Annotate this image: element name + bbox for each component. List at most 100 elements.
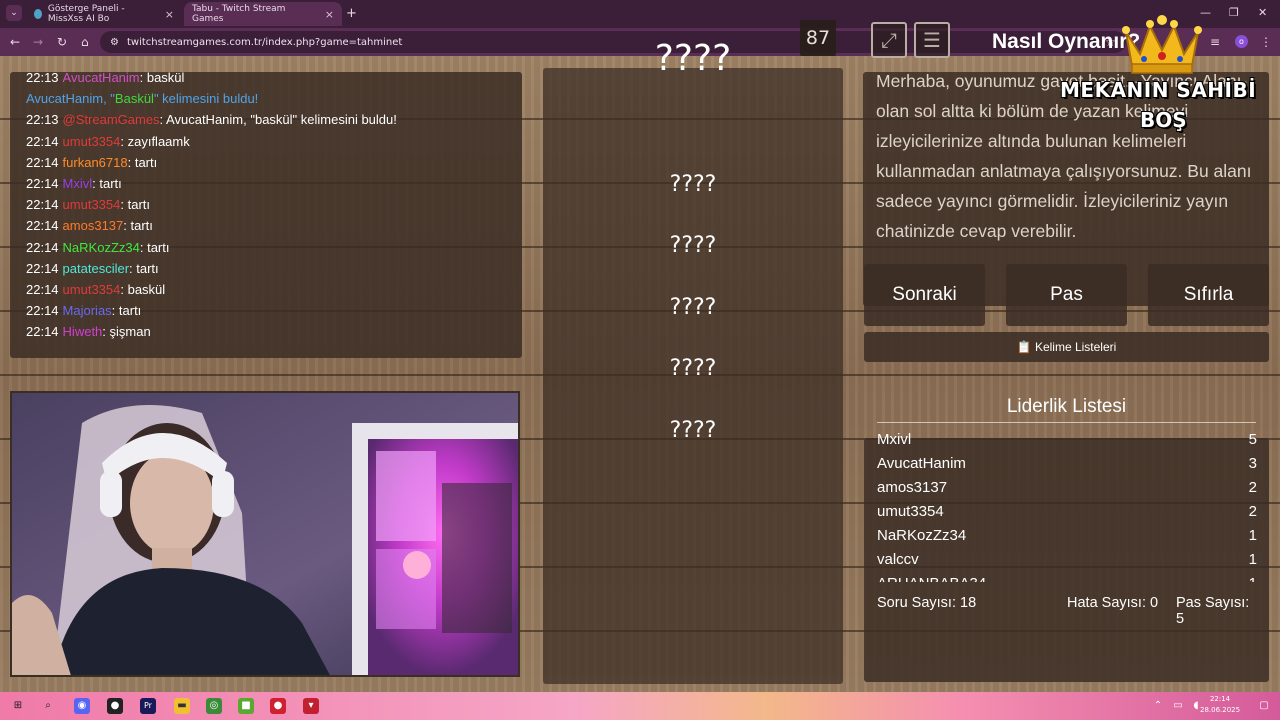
notification-icon[interactable]: ▢ xyxy=(1256,698,1272,714)
chat-message: 22:14 umut3354: tartı xyxy=(26,194,397,215)
chat-username[interactable]: AvucatHanim xyxy=(63,72,140,85)
clock-time: 22:14 xyxy=(1209,695,1231,703)
chat-message: 22:13 AvucatHanim: baskül xyxy=(26,72,397,88)
chat-message: 22:14 Majorias: tartı xyxy=(26,300,397,321)
chat-time: 22:14 xyxy=(26,218,59,234)
chat-message: 22:14 NaRKozZz34: tartı xyxy=(26,237,397,258)
chat-username[interactable]: umut3354 xyxy=(63,282,121,297)
chat-message: AvucatHanim, "Baskül" kelimesini buldu! xyxy=(26,88,397,109)
leaderboard-row: NaRKozZz34 1 xyxy=(877,524,1257,548)
chat-username[interactable]: umut3354 xyxy=(63,197,121,212)
chat-text: : şişman xyxy=(102,324,151,340)
maximize-icon[interactable]: ❐ xyxy=(1229,6,1239,19)
app-icon-download[interactable]: ▾ xyxy=(303,698,319,714)
fullscreen-icon[interactable]: ⤢ xyxy=(871,22,907,58)
chat-username[interactable]: Hiweth xyxy=(63,324,103,339)
reset-button[interactable]: Sıfırla xyxy=(1148,264,1269,326)
leaderboard-row: Mxivl 5 xyxy=(877,428,1257,452)
chat-username[interactable]: NaRKozZz34 xyxy=(63,240,140,255)
leaderboard-title: Liderlik Listesi xyxy=(1006,396,1127,417)
tab-search-menu-icon[interactable]: ⌄ xyxy=(6,5,22,21)
search-icon[interactable]: ⌕ xyxy=(40,698,56,714)
start-icon[interactable]: ⊞ xyxy=(10,698,26,714)
chat-highlight-word: Baskül xyxy=(114,91,154,107)
player-name: NaRKozZz34 xyxy=(877,527,967,544)
error-count: Hata Sayısı: 0 xyxy=(1067,595,1159,611)
leaderboard-row: AvucatHanim 3 xyxy=(877,452,1257,476)
reading-list-icon[interactable]: ≡ xyxy=(1210,35,1220,49)
how-to-play-title: Nasıl Oynanır? xyxy=(992,30,1141,53)
site-info-icon[interactable]: ⚙ xyxy=(110,37,119,48)
player-name: ARHANBABA34 xyxy=(877,572,986,582)
app-icon-red[interactable]: ● xyxy=(270,698,286,714)
forbidden-word: ???? xyxy=(669,295,717,320)
chat-text: : tartı xyxy=(120,197,150,213)
forbidden-word: ???? xyxy=(669,418,717,443)
tab-close-icon[interactable]: × xyxy=(325,8,334,21)
pass-button[interactable]: Pas xyxy=(1006,264,1127,326)
windows-taskbar: ⊞ ⌕ ◉ ● Pr ▬ ◎ ■ ● ▾ ⌃ ▭ ◖ ▢ xyxy=(0,692,1280,720)
site-favicon-icon xyxy=(34,9,42,19)
clock-date: 28.06.2025 xyxy=(1200,706,1241,714)
chat-time: 22:13 xyxy=(26,72,59,85)
chat-text: : tartı xyxy=(127,154,158,170)
player-score: 3 xyxy=(1248,455,1257,472)
network-icon[interactable]: ▭ xyxy=(1170,698,1186,714)
tray-chevron-icon[interactable]: ⌃ xyxy=(1150,698,1166,714)
chat-time: 22:14 xyxy=(26,197,59,213)
document-icon[interactable]: ☰ xyxy=(914,22,950,58)
obs-icon[interactable]: ● xyxy=(107,698,123,714)
chat-username[interactable]: Mxivl xyxy=(63,176,93,191)
reload-icon[interactable]: ↻ xyxy=(57,35,67,49)
forward-icon[interactable]: → xyxy=(33,35,43,49)
chat-username[interactable]: @StreamGames xyxy=(63,112,160,127)
chat-username[interactable]: AvucatHanim, " xyxy=(26,91,115,106)
word-lists-button[interactable]: 📋 Kelime Listeleri xyxy=(864,332,1269,362)
chat-username[interactable]: amos3137 xyxy=(63,218,124,233)
chat-message: 22:14 Mxivl: tartı xyxy=(26,173,397,194)
chat-text: : tartı xyxy=(92,176,122,192)
main-word: ???? xyxy=(654,38,732,79)
forbidden-word: ???? xyxy=(669,233,717,258)
premiere-icon[interactable]: Pr xyxy=(140,698,156,714)
chat-time: 22:14 xyxy=(26,133,59,149)
system-clock[interactable]: 22:14 28.06.2025 xyxy=(1200,694,1240,716)
browser-tab-bar: ⌄ Gösterge Paneli - MissXss AI Bo × Tabu… xyxy=(0,0,1280,28)
chat-message: 22:14 patatesciler: tartı xyxy=(26,258,397,279)
profile-avatar[interactable]: o xyxy=(1235,35,1248,48)
player-name: AvucatHanim xyxy=(877,455,966,472)
url-text: twitchstreamgames.com.tr/index.php?game=… xyxy=(126,36,403,48)
chat-time: 22:14 xyxy=(26,303,59,319)
browser-tab-tabu[interactable]: Tabu - Twitch Stream Games × xyxy=(184,2,342,26)
chat-username[interactable]: Majorias xyxy=(63,303,112,318)
chat-message: 22:14 Hiweth: şişman xyxy=(26,321,397,342)
tab-title: Gösterge Paneli - MissXss AI Bo xyxy=(47,4,125,24)
player-name: valccv xyxy=(877,551,919,568)
question-count: Soru Sayısı: 18 xyxy=(877,595,977,611)
close-window-icon[interactable]: ✕ xyxy=(1258,6,1267,19)
chat-username[interactable]: patatesciler xyxy=(63,261,129,276)
back-icon[interactable]: ← xyxy=(10,35,20,49)
chat-text: : tartı xyxy=(139,239,170,255)
chat-time: 22:14 xyxy=(26,239,59,255)
chat-username[interactable]: umut3354 xyxy=(63,134,121,149)
next-button[interactable]: Sonraki xyxy=(864,264,985,326)
home-icon[interactable]: ⌂ xyxy=(81,35,89,49)
chat-username[interactable]: furkan6718 xyxy=(63,155,128,170)
chat-message: 22:14 umut3354: baskül xyxy=(26,279,397,300)
owner-status: BOŞ xyxy=(1140,108,1187,132)
chrome-icon[interactable]: ◎ xyxy=(206,698,222,714)
discord-icon[interactable]: ◉ xyxy=(74,698,90,714)
player-name: amos3137 xyxy=(877,479,948,496)
new-tab-icon[interactable]: + xyxy=(346,6,357,21)
browser-tab-dashboard[interactable]: Gösterge Paneli - MissXss AI Bo × xyxy=(26,2,182,26)
player-score: 2 xyxy=(1248,503,1257,520)
menu-kebab-icon[interactable]: ⋮ xyxy=(1260,35,1272,49)
file-explorer-icon[interactable]: ▬ xyxy=(174,698,190,714)
chat-text: : baskül xyxy=(120,282,166,298)
leaderboard-list[interactable]: Mxivl 5 AvucatHanim 3 amos3137 2 umut3354 2 NaRK… xyxy=(877,428,1257,582)
minecraft-icon[interactable]: ■ xyxy=(238,698,254,714)
chat-system-text: " kelimesini buldu! xyxy=(153,91,259,107)
tab-close-icon[interactable]: × xyxy=(165,8,174,21)
forbidden-word: ???? xyxy=(669,356,717,381)
